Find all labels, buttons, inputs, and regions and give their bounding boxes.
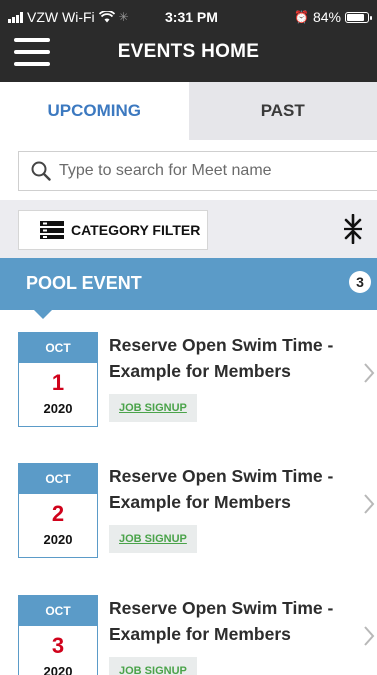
- status-bar: VZW Wi-Fi ✳ 3:31 PM ⏰ 84%: [0, 0, 377, 34]
- hamburger-menu-icon[interactable]: [14, 38, 50, 66]
- tab-bar: UPCOMING PAST: [0, 82, 377, 140]
- carrier-label: VZW Wi-Fi: [27, 9, 95, 25]
- section-title: POOL EVENT: [26, 273, 142, 293]
- event-title: Reserve Open Swim Time - Example for Mem…: [109, 466, 334, 512]
- chevron-right-icon: [364, 494, 375, 514]
- search-input[interactable]: [59, 162, 359, 180]
- status-left: VZW Wi-Fi ✳: [8, 9, 129, 25]
- category-filter-button[interactable]: CATEGORY FILTER: [18, 210, 208, 250]
- date-day: 1: [51, 370, 65, 395]
- date-year: 2020: [43, 401, 73, 416]
- page-title: EVENTS HOME: [117, 41, 260, 62]
- section-header-pool-event[interactable]: POOL EVENT 3: [0, 258, 377, 319]
- status-time: 3:31 PM: [165, 9, 218, 25]
- chevron-right-icon: [364, 626, 375, 646]
- event-item[interactable]: OCT 1 2020 Reserve Open Swim Time - Exam…: [0, 310, 377, 427]
- event-title: Reserve Open Swim Time - Example for Mem…: [109, 335, 334, 381]
- date-badge: OCT 3 2020: [18, 595, 98, 675]
- battery-icon: [345, 11, 372, 23]
- date-day: 3: [51, 633, 65, 658]
- date-badge: OCT 2 2020: [18, 463, 98, 558]
- section-count-badge: 3: [349, 271, 371, 293]
- chevron-right-icon: [364, 363, 375, 383]
- battery-percent: 84%: [312, 9, 341, 25]
- search-icon: [31, 161, 51, 181]
- wifi-icon: [98, 11, 115, 23]
- filter-bar: CATEGORY FILTER: [0, 200, 377, 258]
- date-month: OCT: [19, 464, 97, 494]
- event-item[interactable]: OCT 2 2020 Reserve Open Swim Time - Exam…: [0, 441, 377, 558]
- tab-upcoming[interactable]: UPCOMING: [0, 82, 189, 140]
- alarm-icon: ⏰: [294, 10, 309, 24]
- job-signup-button[interactable]: JOB SIGNUP: [109, 525, 197, 553]
- date-year: 2020: [43, 532, 73, 547]
- date-month: OCT: [19, 333, 97, 363]
- tab-past[interactable]: PAST: [188, 82, 377, 140]
- date-year: 2020: [43, 664, 73, 675]
- category-list-icon: [40, 221, 64, 239]
- loading-spinner-icon: ✳: [118, 10, 129, 24]
- date-badge: OCT 1 2020: [18, 332, 98, 427]
- category-filter-label: CATEGORY FILTER: [71, 222, 201, 238]
- event-item[interactable]: OCT 3 2020 Reserve Open Swim Time - Exam…: [0, 573, 377, 675]
- signal-icon: [8, 11, 23, 23]
- job-signup-button[interactable]: JOB SIGNUP: [109, 657, 197, 675]
- event-title: Reserve Open Swim Time - Example for Mem…: [109, 598, 334, 644]
- status-right: ⏰ 84%: [294, 9, 372, 25]
- date-day: 2: [51, 501, 65, 526]
- search-box: [18, 151, 377, 191]
- top-bar: VZW Wi-Fi ✳ 3:31 PM ⏰ 84% EVENTS HOME: [0, 0, 377, 92]
- job-signup-button[interactable]: JOB SIGNUP: [109, 394, 197, 422]
- collapse-arrows-icon[interactable]: [341, 214, 365, 244]
- date-month: OCT: [19, 596, 97, 626]
